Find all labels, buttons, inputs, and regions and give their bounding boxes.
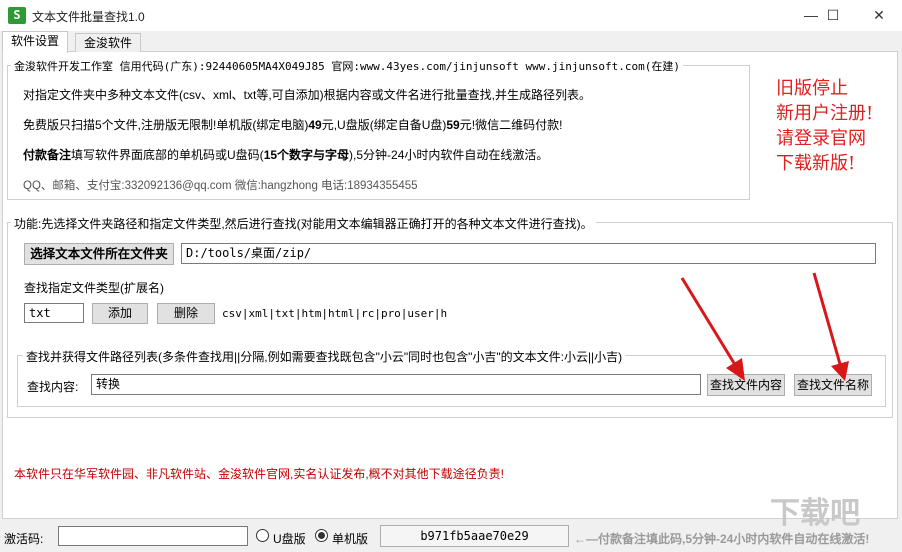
arrow-to-find-name-icon [812,272,849,381]
disclaimer-text: 本软件只在华军软件园、非凡软件站、金浚软件官网,实名认证发布,概不对其他下载途径… [14,467,505,481]
radio-checked-icon [315,529,328,542]
standalone-version-label[interactable]: 单机版 [332,530,368,547]
usb-version-radio[interactable] [256,529,269,542]
watermark-logo: 下载吧 [770,496,860,531]
activation-code-input[interactable] [58,526,248,546]
arrow-to-find-content-icon [680,277,745,381]
tab-software-settings[interactable]: 软件设置 [2,31,69,53]
machine-code-hint: ←—付款备注填此码,5分钟-24小时内软件自动在线激活! [574,532,870,546]
usb-version-label[interactable]: U盘版 [273,530,306,547]
standalone-version-radio[interactable] [315,529,328,542]
machine-code-field: b971fb5aae70e29 [380,525,569,547]
activation-label: 激活码: [4,532,44,546]
radio-unchecked-icon [256,529,269,542]
